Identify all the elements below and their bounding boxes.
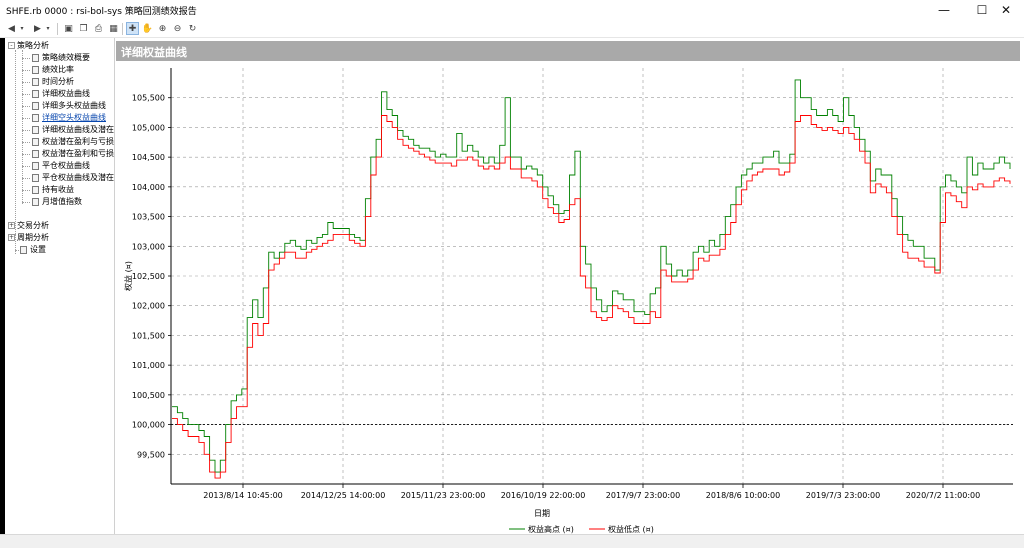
tree-item-label: 策略绩效概要 (42, 53, 90, 62)
tree-item[interactable]: 权益潜在盈利与亏损 (32, 136, 114, 148)
y-tick-label: 103,500 (132, 213, 165, 222)
x-axis-title: 日期 (534, 509, 550, 518)
zoom-in-icon[interactable]: ⊕ (156, 22, 169, 35)
tree-item[interactable]: 权益潜在盈利和亏损 (32, 148, 114, 160)
export-icon[interactable]: ▦ (107, 22, 120, 35)
legend-label: 权益低点 (¤) (608, 524, 654, 534)
tree-item[interactable]: 月增值指数 (32, 196, 82, 208)
pointer-icon[interactable]: ✚ (126, 22, 139, 35)
tree-item[interactable]: 平仓权益曲线 (32, 160, 90, 172)
y-tick-label: 100,000 (132, 421, 165, 430)
tree-item-label: 权益潜在盈利和亏损 (42, 149, 114, 158)
tree-item[interactable]: 绩效比率 (32, 64, 74, 76)
x-tick-label: 2014/12/25 14:00:00 (301, 491, 386, 500)
equity-chart[interactable]: 99,500 100,000 100,500 101,000 101,500 102,00… (116, 62, 1020, 534)
hand-pan-icon[interactable]: ✋ (141, 22, 154, 35)
tree-node-period-analysis[interactable]: + 周期分析 (8, 232, 49, 244)
x-tick-label: 2017/9/7 23:00:00 (606, 491, 680, 500)
tree-item-label: 权益潜在盈利与亏损 (42, 137, 114, 146)
x-tick-label: 2019/7/3 23:00:00 (806, 491, 880, 500)
tree-item[interactable]: 策略绩效概要 (32, 52, 90, 64)
reset-zoom-icon[interactable]: ↻ (186, 22, 199, 35)
tree-item-label: 平仓权益曲线及潜在 (42, 173, 114, 182)
document-icon (32, 53, 39, 62)
close-icon[interactable]: ✕ (988, 0, 1024, 20)
document-icon (32, 161, 39, 170)
tree-item-label: 详细权益曲线及潜在 (42, 125, 114, 134)
navigation-tree: - 策略分析 + 交易分析 + 周期分析 设置 策略绩效概要 绩效比率时间分析详细权益曲… (5, 38, 115, 534)
y-tick-label: 105,500 (132, 94, 165, 103)
forward-dropdown-icon[interactable]: ▾ (44, 22, 52, 35)
tree-item[interactable]: 详细权益曲线 (32, 88, 90, 100)
panel-title: 详细权益曲线 (121, 46, 187, 59)
expand-icon[interactable]: + (8, 222, 15, 229)
expand-icon[interactable]: + (8, 234, 15, 241)
tree-item[interactable]: 详细空头权益曲线 (32, 112, 106, 124)
print-icon[interactable]: ⎙ (92, 22, 105, 35)
document-icon (32, 113, 39, 122)
tree-item[interactable]: 详细权益曲线及潜在 (32, 124, 114, 136)
document-icon (20, 245, 27, 254)
y-tick-label: 102,500 (132, 272, 165, 281)
x-tick-label: 2016/10/19 22:00:00 (501, 491, 586, 500)
save-icon[interactable]: ▣ (62, 22, 75, 35)
window-title: SHFE.rb 0000 : rsi-bol-sys 策略回测绩效报告 (6, 7, 197, 17)
document-icon (32, 173, 39, 182)
legend-label: 权益高点 (¤) (528, 524, 574, 534)
window-titlebar: SHFE.rb 0000 : rsi-bol-sys 策略回测绩效报告 — ☐ … (0, 0, 1024, 20)
tree-item[interactable]: 详细多头权益曲线 (32, 100, 106, 112)
document-icon (32, 185, 39, 194)
tree-node-trade-analysis[interactable]: + 交易分析 (8, 220, 49, 232)
y-tick-label: 100,500 (132, 391, 165, 400)
tree-item-label: 月增值指数 (42, 197, 82, 206)
tree-item-label: 详细空头权益曲线 (42, 113, 106, 122)
forward-icon[interactable]: ▶ (31, 22, 44, 35)
toolbar: ◀ ▾ ▶ ▾ ▣ ❐ ⎙ ▦ ✚ ✋ ⊕ ⊖ ↻ (0, 20, 1024, 38)
back-icon[interactable]: ◀ (5, 22, 18, 35)
tree-item-label: 详细权益曲线 (42, 89, 90, 98)
tree-item-label: 持有收益 (42, 185, 74, 194)
document-icon (32, 89, 39, 98)
tree-item-label: 绩效比率 (42, 65, 74, 74)
report-content: 详细权益曲线 99,500 100,000 100,500 101,000 101,50… (116, 38, 1020, 534)
x-tick-label: 2020/7/2 11:00:00 (906, 491, 980, 500)
y-tick-label: 104,500 (132, 153, 165, 162)
back-dropdown-icon[interactable]: ▾ (18, 22, 26, 35)
tree-item-label: 时间分析 (42, 77, 74, 86)
document-icon (32, 101, 39, 110)
y-tick-label: 99,500 (137, 450, 165, 459)
x-tick-label: 2018/8/6 10:00:00 (706, 491, 780, 500)
minimize-icon[interactable]: — (924, 0, 964, 20)
y-tick-label: 102,000 (132, 302, 165, 311)
y-tick-label: 101,500 (132, 331, 165, 340)
panel-header: 详细权益曲线 (116, 41, 1020, 61)
y-tick-label: 103,000 (132, 242, 165, 251)
document-icon (32, 149, 39, 158)
collapse-icon[interactable]: - (8, 42, 15, 49)
document-icon (32, 77, 39, 86)
y-tick-label: 104,000 (132, 183, 165, 192)
copy-icon[interactable]: ❐ (77, 22, 90, 35)
document-icon (32, 137, 39, 146)
document-icon (32, 197, 39, 206)
y-tick-label: 101,000 (132, 361, 165, 370)
tree-node-strategy-analysis[interactable]: - 策略分析 (8, 40, 49, 52)
y-tick-label: 105,000 (132, 123, 165, 132)
x-tick-label: 2013/8/14 10:45:00 (203, 491, 283, 500)
tree-item-label: 详细多头权益曲线 (42, 101, 106, 110)
document-icon (32, 125, 39, 134)
tree-item[interactable]: 持有收益 (32, 184, 74, 196)
tree-item[interactable]: 平仓权益曲线及潜在 (32, 172, 114, 184)
tree-item-label: 平仓权益曲线 (42, 161, 90, 170)
zoom-out-icon[interactable]: ⊖ (171, 22, 184, 35)
y-axis-title: 权益 (¤) (123, 261, 133, 291)
status-bar (0, 534, 1024, 548)
tree-item[interactable]: 时间分析 (32, 76, 74, 88)
document-icon (32, 65, 39, 74)
x-tick-label: 2015/11/23 23:00:00 (401, 491, 486, 500)
tree-node-settings[interactable]: 设置 (20, 244, 46, 256)
